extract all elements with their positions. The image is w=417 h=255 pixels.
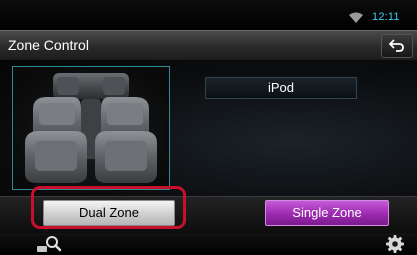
gear-icon[interactable] bbox=[384, 233, 406, 255]
back-arrow-icon bbox=[389, 39, 404, 52]
seat-diagram-panel bbox=[12, 66, 170, 190]
single-zone-button[interactable]: Single Zone bbox=[265, 200, 389, 226]
source-label[interactable]: iPod bbox=[205, 77, 357, 99]
back-button[interactable] bbox=[381, 34, 413, 58]
search-icon[interactable] bbox=[36, 234, 62, 254]
car-seats-illustration bbox=[25, 73, 157, 183]
zone-control-screen: 12:11 Zone Control iPod Dual Zone Single… bbox=[0, 0, 417, 255]
main-area: iPod bbox=[0, 60, 417, 196]
status-time: 12:11 bbox=[372, 11, 400, 23]
status-bar: 12:11 bbox=[0, 0, 417, 30]
page-title: Zone Control bbox=[8, 37, 89, 53]
wifi-icon bbox=[349, 12, 363, 23]
dual-zone-highlight-outline bbox=[31, 186, 186, 229]
title-bar: Zone Control bbox=[0, 30, 417, 61]
bottom-bar bbox=[0, 233, 417, 255]
